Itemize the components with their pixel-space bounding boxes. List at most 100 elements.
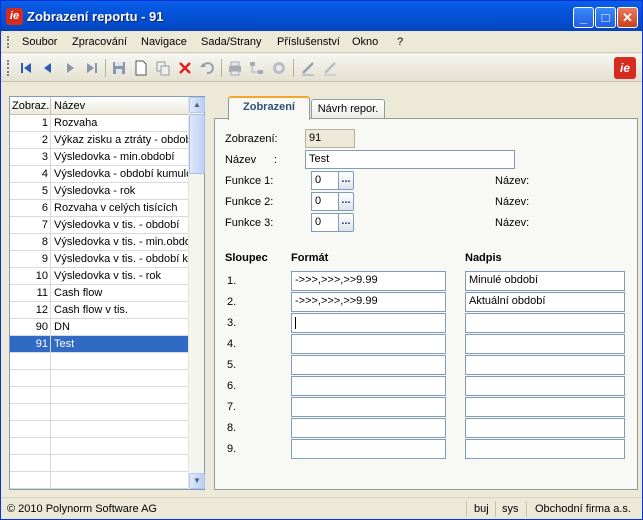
nadpis-field[interactable]: Minulé období (465, 271, 625, 291)
menu-okno[interactable]: Okno (352, 36, 378, 48)
nadpis-field[interactable] (465, 355, 625, 375)
list-item[interactable] (10, 472, 188, 489)
funkce2-lookup-button[interactable]: ... (338, 192, 354, 211)
nadpis-field[interactable]: Aktuální období (465, 292, 625, 312)
funkce2-field[interactable]: 0 (311, 192, 339, 211)
menu-soubor[interactable]: Soubor (22, 36, 57, 48)
menu-zpracovani[interactable]: Zpracování (72, 36, 127, 48)
nadpis-field[interactable] (465, 397, 625, 417)
list-item[interactable] (10, 404, 188, 421)
save-icon[interactable] (110, 59, 128, 77)
list-item[interactable] (10, 370, 188, 387)
list-item-code (10, 438, 51, 454)
format-field[interactable] (291, 334, 446, 354)
list-item[interactable]: 90 DN (10, 319, 188, 336)
toolbar-separator (221, 59, 222, 77)
funkce3-field[interactable]: 0 (311, 213, 339, 232)
list-item[interactable] (10, 438, 188, 455)
list-item[interactable]: 1 Rozvaha (10, 115, 188, 132)
format-field[interactable] (291, 439, 446, 459)
copy-icon[interactable] (154, 59, 172, 77)
app-logo-icon: ie (6, 8, 23, 25)
nadpis-field[interactable] (465, 418, 625, 438)
menu-grip[interactable] (7, 36, 10, 48)
prev-icon[interactable] (39, 59, 57, 77)
list-item[interactable]: 6 Rozvaha v celých tisících (10, 200, 188, 217)
toolbar-separator (105, 59, 106, 77)
close-button[interactable]: ✕ (617, 7, 638, 28)
tab-zobrazeni[interactable]: Zobrazení (228, 96, 310, 120)
list-item[interactable] (10, 353, 188, 370)
list-item[interactable] (10, 421, 188, 438)
toolbar-separator (293, 59, 294, 77)
list-item[interactable]: 9 Výsledovka v tis. - období ku (10, 251, 188, 268)
format-field[interactable] (291, 376, 446, 396)
list-item[interactable]: 12 Cash flow v tis. (10, 302, 188, 319)
undo-icon[interactable] (198, 59, 216, 77)
funkce1-lookup-button[interactable]: ... (338, 171, 354, 190)
menu-prislusenstvi[interactable]: Příslušenství (277, 36, 340, 48)
list-item[interactable]: 91 Test (10, 336, 188, 353)
list-item[interactable] (10, 387, 188, 404)
toolbar: ie (1, 54, 642, 82)
list-item-name: Výsledovka v tis. - období (54, 219, 180, 231)
list-scrollbar[interactable]: ▲ ▼ (188, 97, 205, 489)
format-field[interactable]: ->>>,>>>,>>9.99 (291, 292, 446, 312)
list-item-name (52, 404, 188, 420)
tree-icon[interactable] (248, 59, 266, 77)
nazev-field[interactable]: Test (305, 150, 515, 169)
find-icon[interactable] (270, 59, 288, 77)
list-item[interactable]: 4 Výsledovka - období kumulc (10, 166, 188, 183)
column-number: 8. (227, 422, 237, 434)
next-icon[interactable] (61, 59, 79, 77)
list-item-name: Cash flow v tis. (54, 304, 128, 316)
list-item[interactable]: 5 Výsledovka - rok (10, 183, 188, 200)
nadpis-field[interactable] (465, 376, 625, 396)
tab-navrh-reportu[interactable]: Návrh repor. (311, 99, 385, 119)
print-icon[interactable] (226, 59, 244, 77)
list-item[interactable]: 8 Výsledovka v tis. - min.obdo (10, 234, 188, 251)
menu-sada-strany[interactable]: Sada/Strany (201, 36, 262, 48)
list-item-code (10, 455, 51, 471)
delete-icon[interactable] (176, 59, 194, 77)
nadpis-field[interactable] (465, 334, 625, 354)
funkce1-nazev-label: Název: (495, 175, 530, 187)
scroll-thumb[interactable] (189, 114, 205, 174)
list-item-name: Výsledovka - min.období (54, 151, 175, 163)
list-item[interactable] (10, 455, 188, 472)
column-header-name[interactable]: Název (52, 97, 188, 115)
list-item[interactable]: 10 Výsledovka v tis. - rok (10, 268, 188, 285)
last-icon[interactable] (83, 59, 101, 77)
maximize-button[interactable]: □ (595, 7, 616, 28)
list-item[interactable]: 3 Výsledovka - min.období (10, 149, 188, 166)
menu-help[interactable]: ? (397, 36, 403, 48)
format-field[interactable] (291, 418, 446, 438)
funkce1-field[interactable]: 0 (311, 171, 339, 190)
nadpis-field[interactable] (465, 439, 625, 459)
first-icon[interactable] (17, 59, 35, 77)
nadpis-header: Nadpis (465, 252, 502, 264)
minimize-button[interactable]: _ (573, 7, 594, 28)
brand-logo-icon: ie (614, 57, 636, 79)
menu-navigace[interactable]: Navigace (141, 36, 187, 48)
edit-disabled-icon[interactable] (321, 59, 339, 77)
list-item-name: Výsledovka v tis. - min.obdo (54, 236, 188, 248)
list-item[interactable]: 7 Výsledovka v tis. - období (10, 217, 188, 234)
funkce3-lookup-button[interactable]: ... (338, 213, 354, 232)
format-field[interactable]: ->>>,>>>,>>9.99 (291, 271, 446, 291)
toolbar-grip[interactable] (7, 60, 9, 76)
list-item[interactable]: 2 Výkaz zisku a ztráty - obdob (10, 132, 188, 149)
format-field[interactable] (291, 397, 446, 417)
scroll-up-button[interactable]: ▲ (189, 97, 205, 113)
edit-icon[interactable] (299, 59, 317, 77)
new-icon[interactable] (132, 59, 150, 77)
title-bar[interactable]: ie Zobrazení reportu - 91 _ □ ✕ (1, 1, 642, 31)
scroll-down-button[interactable]: ▼ (189, 473, 205, 489)
format-field[interactable] (291, 355, 446, 375)
status-company: Obchodní firma a.s. (535, 503, 631, 515)
format-field[interactable] (291, 313, 446, 333)
list-item[interactable]: 11 Cash flow (10, 285, 188, 302)
nadpis-field[interactable] (465, 313, 625, 333)
scroll-up-icon: ▲ (193, 100, 201, 109)
column-header-code[interactable]: Zobraz. (10, 97, 51, 115)
